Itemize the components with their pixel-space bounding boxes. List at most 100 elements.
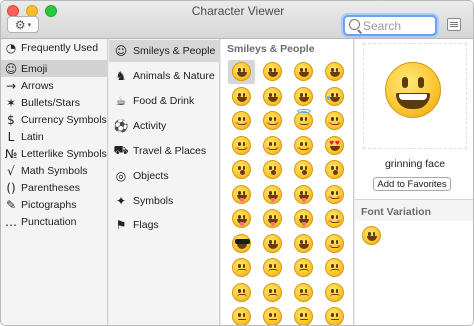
sidebar-item-parentheses[interactable]: () Parentheses (1, 179, 108, 196)
emoji-face-icon (294, 62, 313, 81)
add-to-favorites-button[interactable]: Add to Favorites (373, 177, 451, 191)
category-animals-nature[interactable]: ♞ Animals & Nature (109, 65, 220, 87)
title-bar: Character Viewer ⚙ ▾ (1, 1, 473, 39)
emoji-cell[interactable] (228, 60, 255, 84)
emoji-face-icon (294, 282, 313, 302)
emoji-cell[interactable] (321, 109, 348, 133)
sidebar-item-punctuation[interactable]: … Punctuation (1, 213, 108, 230)
emoji-cell[interactable] (228, 256, 255, 280)
emoji-face-icon (232, 307, 251, 325)
emoji-cell[interactable] (259, 60, 286, 84)
car-icon: ⛟ (113, 143, 129, 157)
emoji-cell[interactable] (321, 305, 348, 325)
emoji-cell[interactable] (290, 207, 317, 231)
emoji-cell[interactable] (290, 85, 317, 109)
category-food-drink[interactable]: ☕ Food & Drink (109, 90, 220, 112)
emoji-cell[interactable] (321, 207, 348, 231)
sidebar-item-pictographs[interactable]: ✎ Pictographs (1, 196, 108, 213)
emoji-cell[interactable] (259, 134, 286, 158)
sidebar-item-letterlike-symbols[interactable]: № Letterlike Symbols (1, 145, 108, 162)
action-menu-button[interactable]: ⚙ ▾ (7, 16, 39, 33)
sidebar-item-label: Arrows (21, 79, 54, 92)
emoji-cell[interactable] (228, 85, 255, 109)
emoji-cell[interactable] (290, 232, 317, 256)
emoji-face-icon (325, 233, 344, 253)
emoji-cell[interactable] (290, 281, 317, 305)
emoji-cell[interactable] (321, 183, 348, 207)
sidebar-item-currency-symbols[interactable]: $ Currency Symbols (1, 111, 108, 128)
emoji-face-icon (232, 111, 251, 130)
emoji-cell[interactable] (259, 158, 286, 182)
emoji-cell[interactable] (228, 207, 255, 231)
emoji-cell[interactable] (228, 232, 255, 256)
character-name: grinning face (384, 158, 446, 170)
emoji-cell[interactable] (290, 158, 317, 182)
emoji-face-icon (263, 184, 282, 204)
emoji-cell[interactable] (290, 134, 317, 158)
parentheses-icon: () (6, 180, 16, 195)
dollar-icon: $ (7, 112, 15, 127)
emoji-face-icon (232, 233, 251, 253)
sidebar-item-label: Latin (21, 130, 44, 143)
emoji-grid: Smileys & People ♥ ♥ (221, 39, 354, 325)
emoji-cell[interactable] (228, 109, 255, 133)
sidebar-item-frequently-used[interactable]: ◔ Frequently Used (1, 39, 108, 56)
emoji-cell[interactable] (259, 256, 286, 280)
emoji-face-icon (294, 209, 313, 228)
sidebar-toggle-button[interactable] (447, 18, 461, 31)
emoji-cell[interactable] (290, 109, 317, 133)
emoji-cell[interactable] (259, 281, 286, 305)
emoji-face-icon (294, 307, 313, 325)
category-flags[interactable]: ⚑ Flags (109, 214, 220, 236)
category-label: Food & Drink (133, 95, 195, 107)
search-field[interactable] (343, 15, 437, 36)
emoji-cell[interactable] (321, 232, 348, 256)
emoji-cell[interactable] (290, 60, 317, 84)
emoji-cell[interactable] (321, 60, 348, 84)
category-objects[interactable]: ◎ Objects (109, 165, 220, 187)
ball-icon: ⚽ (113, 119, 129, 133)
emoji-face-icon (294, 184, 313, 204)
category-travel-places[interactable]: ⛟ Travel & Places (109, 140, 220, 162)
search-input[interactable] (363, 18, 433, 33)
emoji-cell[interactable] (259, 109, 286, 133)
emoji-face-icon (232, 184, 251, 204)
emoji-cell[interactable] (290, 256, 317, 280)
emoji-face-icon (325, 209, 344, 228)
emoji-face-icon (325, 160, 344, 179)
emoji-cell[interactable] (228, 134, 255, 158)
category-list: ☺ Smileys & People ♞ Animals & Nature ☕ … (109, 39, 220, 325)
sidebar-item-emoji[interactable]: ☺ Emoji (1, 60, 108, 77)
emoji-cell[interactable] (259, 183, 286, 207)
emoji-cell[interactable] (228, 158, 255, 182)
sidebar-item-bullets-stars[interactable]: ✶ Bullets/Stars (1, 94, 108, 111)
sidebar-item-arrows[interactable]: → Arrows (1, 77, 108, 94)
emoji-cell[interactable] (321, 85, 348, 109)
bulb-icon: ◎ (115, 169, 127, 183)
sidebar-item-math-symbols[interactable]: √ Math Symbols (1, 162, 108, 179)
emoji-cell[interactable] (321, 158, 348, 182)
emoji-face-icon (325, 282, 344, 302)
emoji-cell[interactable] (290, 305, 317, 325)
emoji-cell[interactable] (290, 183, 317, 207)
symbols-icon: ✦ (115, 194, 127, 208)
category-label: Objects (133, 170, 169, 182)
font-variation-emoji[interactable] (362, 226, 381, 245)
emoji-cell[interactable] (321, 256, 348, 280)
emoji-cell[interactable] (228, 183, 255, 207)
emoji-cell[interactable] (259, 305, 286, 325)
sidebar-item-latin[interactable]: L Latin (1, 128, 108, 145)
emoji-face-icon (263, 307, 282, 325)
emoji-cell[interactable] (321, 281, 348, 305)
category-smileys-people[interactable]: ☺ Smileys & People (109, 40, 220, 62)
emoji-cell[interactable] (228, 305, 255, 325)
emoji-cell[interactable] (228, 281, 255, 305)
emoji-cell[interactable] (259, 207, 286, 231)
category-activity[interactable]: ⚽ Activity (109, 115, 220, 137)
emoji-face-icon (263, 111, 282, 130)
category-symbols[interactable]: ✦ Symbols (109, 190, 220, 212)
emoji-cell[interactable]: ♥ ♥ (321, 134, 348, 158)
emoji-cell[interactable] (259, 85, 286, 109)
emoji-face-icon (263, 233, 282, 253)
emoji-cell[interactable] (259, 232, 286, 256)
